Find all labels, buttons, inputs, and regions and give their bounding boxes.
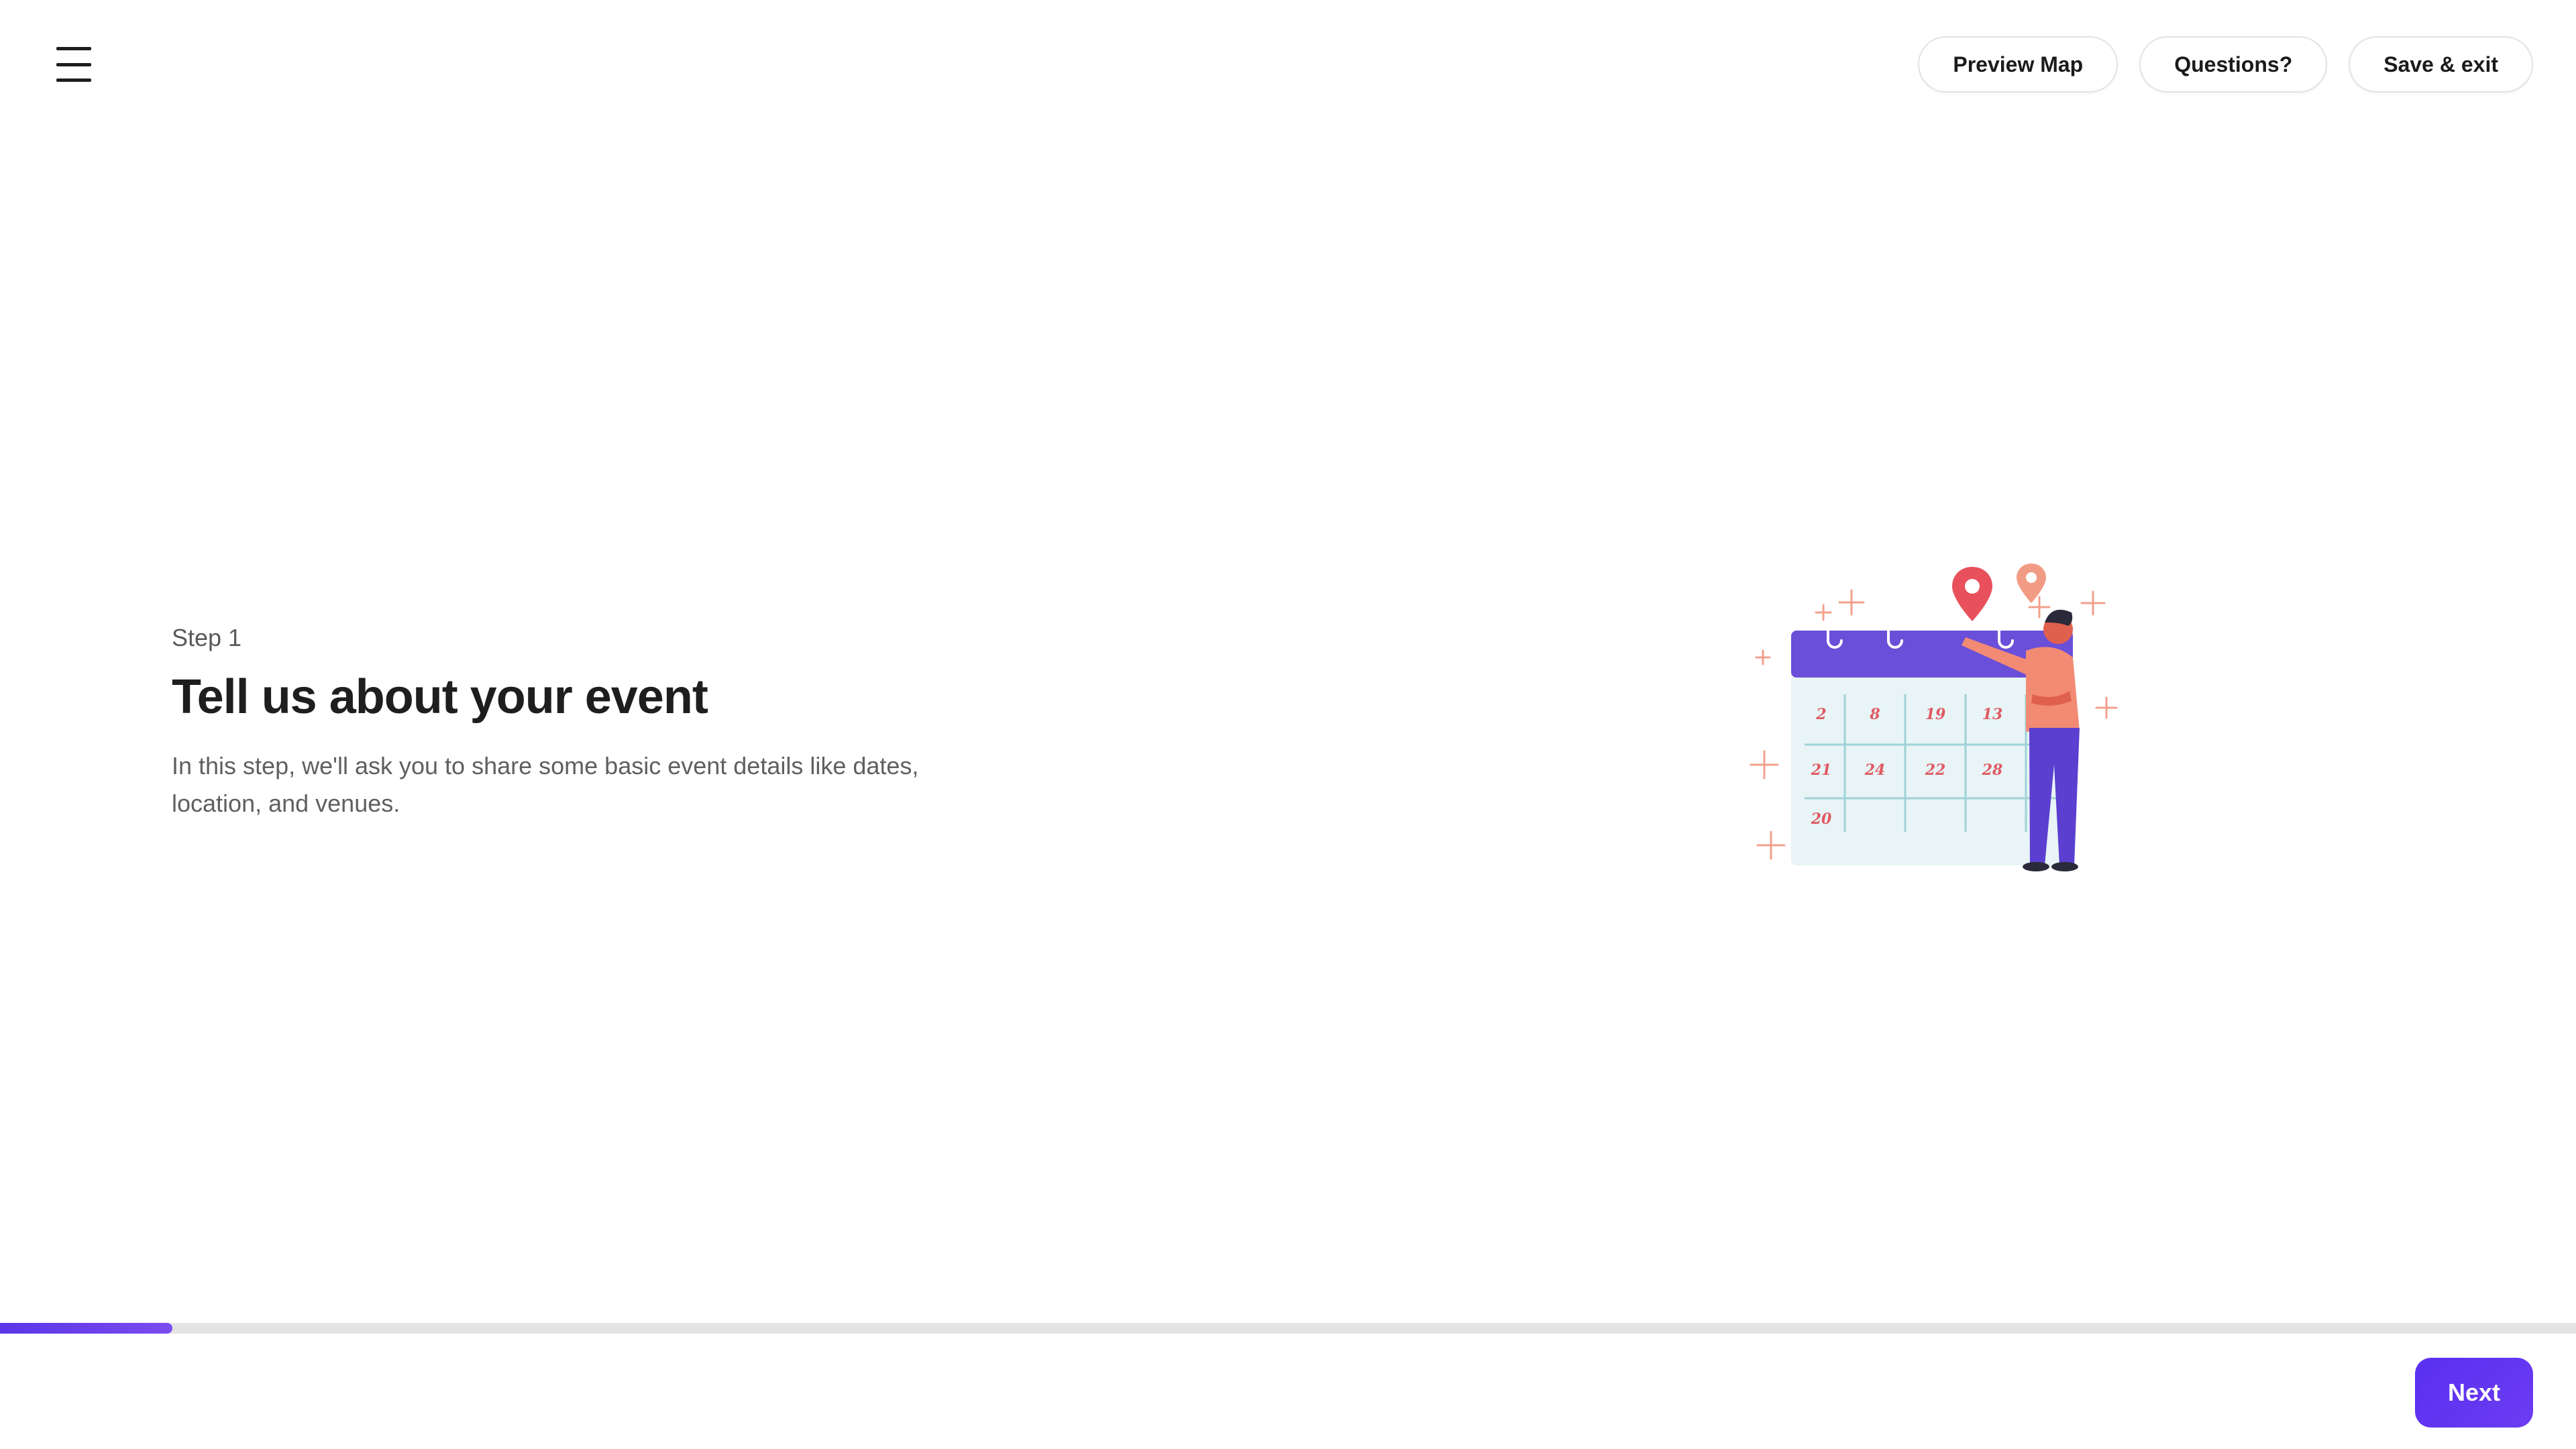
calendar-date: 21 [1811,761,1832,779]
header-actions: Preview Map Questions? Save & exit [1918,36,2533,93]
calendar-date: 19 [1925,706,1946,723]
step-description: In this step, we'll ask you to share som… [172,752,919,817]
calendar-date: 22 [1925,761,1946,779]
step-label: Step 1 [172,624,242,651]
menu-line [56,62,91,66]
next-button[interactable]: Next [2415,1358,2533,1428]
hamburger-menu-icon[interactable] [56,47,93,82]
questions-button[interactable]: Questions? [2139,36,2328,93]
menu-line [56,47,91,50]
page-title: Tell us about your event [172,670,708,724]
calendar-date: 24 [1864,761,1886,779]
location-pin-icon [1952,567,1992,621]
calendar-date: 2 [1815,706,1826,723]
progress-bar [0,1323,2576,1334]
calendar-date: 8 [1869,706,1880,723]
preview-map-button[interactable]: Preview Map [1918,36,2118,93]
calendar-date: 13 [1982,706,2003,723]
location-pin-icon [2017,564,2046,603]
progress-bar-fill [0,1323,173,1334]
save-exit-button[interactable]: Save & exit [2349,36,2533,93]
menu-line [56,78,91,82]
page: Preview Map Questions? Save & exit Step … [0,0,2576,1449]
calendar-date: 28 [1982,761,2003,779]
calendar-event-planning-illustration: 2 8 19 13 21 24 22 28 20 [1750,564,2118,871]
calendar-date: 20 [1811,810,1832,828]
step-intro: Step 1 Tell us about your event In this … [172,624,977,822]
